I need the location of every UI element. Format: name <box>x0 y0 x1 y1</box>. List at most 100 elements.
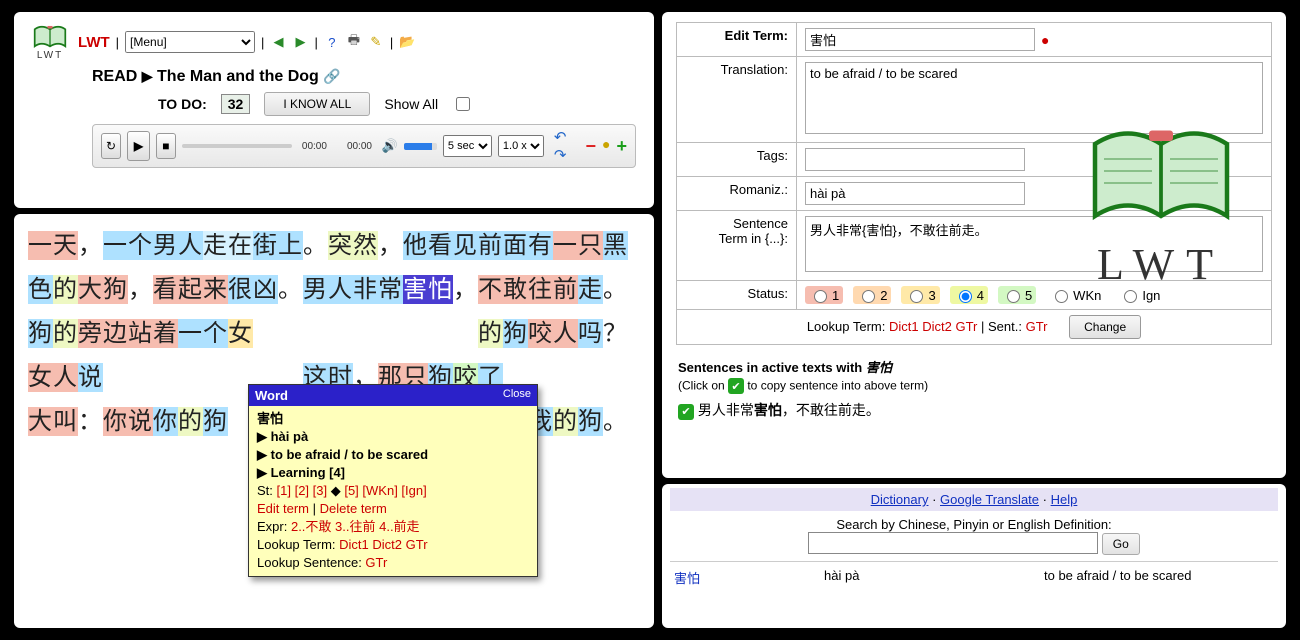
term[interactable]: 一个 <box>103 231 153 260</box>
volume-icon[interactable]: 🔊 <box>382 138 398 154</box>
forward-icon[interactable]: ↷ <box>554 147 567 164</box>
repeat-button[interactable]: ↻ <box>101 133 121 159</box>
dict-result-row[interactable]: 害怕 hài pà to be afraid / to be scared <box>670 561 1278 593</box>
term[interactable]: 狗 <box>28 319 53 348</box>
term[interactable]: 一天 <box>28 231 78 260</box>
term[interactable]: 走在 <box>203 231 253 260</box>
go-button[interactable]: Go <box>1102 533 1140 555</box>
term[interactable]: 女 <box>228 319 253 348</box>
next-icon[interactable]: ▶ <box>292 34 308 50</box>
slower-button[interactable]: − <box>585 136 596 157</box>
edit-term-link[interactable]: Edit term <box>257 501 309 516</box>
term[interactable]: 非常 <box>353 275 403 304</box>
brand[interactable]: LWT <box>78 34 110 51</box>
term[interactable]: 站着 <box>128 319 178 348</box>
popup-close[interactable]: Close <box>503 388 531 403</box>
status-5[interactable]: 5 <box>998 286 1036 304</box>
main-menu-select[interactable]: [Menu] <box>125 31 255 53</box>
label-romaniz: Romaniz.: <box>677 177 797 211</box>
page-title: READ ▶ The Man and the Dog 🔗 <box>92 68 636 86</box>
rewind-icon[interactable]: ↶ <box>554 129 567 146</box>
term[interactable]: 你说 <box>103 407 153 436</box>
term[interactable]: 走 <box>578 275 603 304</box>
term[interactable]: 看起来 <box>153 275 228 304</box>
delete-term-link[interactable]: Delete term <box>320 501 387 516</box>
term[interactable]: 突然 <box>328 231 378 260</box>
help-icon[interactable]: ? <box>324 34 340 50</box>
term[interactable]: 的 <box>478 319 503 348</box>
term[interactable]: 一个 <box>178 319 228 348</box>
term[interactable]: 不敢 <box>478 275 528 304</box>
term[interactable]: 女人 <box>28 363 78 392</box>
help-link[interactable]: Help <box>1051 492 1078 507</box>
speed-select[interactable]: 1.0 x <box>498 135 544 157</box>
expr-links[interactable]: 2..不敢 3..往前 4..前走 <box>291 519 420 534</box>
gtr-link[interactable]: GTr <box>406 537 428 552</box>
volume-bar[interactable] <box>404 143 437 150</box>
romaniz-input[interactable] <box>805 182 1025 205</box>
status-3[interactable]: 3 <box>901 286 939 304</box>
term[interactable]: 很凶 <box>228 275 278 304</box>
status-1[interactable]: 1 <box>805 286 843 304</box>
term[interactable]: 街上 <box>253 231 303 260</box>
term[interactable]: 说 <box>78 363 103 392</box>
play-button[interactable]: ▶ <box>127 131 150 161</box>
required-icon: ● <box>1035 32 1049 48</box>
term[interactable]: 吗 <box>578 319 603 348</box>
print-icon[interactable]: 🖶 <box>346 34 362 50</box>
show-all-checkbox[interactable] <box>456 97 470 111</box>
dict1-link[interactable]: Dict1 <box>889 319 919 334</box>
term[interactable]: 的 <box>553 407 578 436</box>
term[interactable]: 大叫 <box>28 407 78 436</box>
gtr-sent-link[interactable]: GTr <box>365 555 387 570</box>
term[interactable]: 的 <box>53 275 78 304</box>
term-selected[interactable]: 害怕 <box>403 275 453 304</box>
term[interactable]: 看见 <box>428 231 478 260</box>
term[interactable]: 大狗 <box>78 275 128 304</box>
status-links2[interactable]: [5] [WKn] [Ign] <box>344 483 426 498</box>
prev-icon[interactable]: ◀ <box>270 34 286 50</box>
clip-icon[interactable]: 🔗 <box>323 68 340 84</box>
term[interactable]: 狗 <box>203 407 228 436</box>
term[interactable]: 男人 <box>153 231 203 260</box>
term[interactable]: 咬人 <box>528 319 578 348</box>
edit-term-panel: Edit Term: ● Translation: Tags: Romaniz.… <box>662 12 1286 478</box>
gtr-sent-link[interactable]: GTr <box>1026 319 1048 334</box>
dict2-link[interactable]: Dict2 <box>922 319 952 334</box>
google-translate-link[interactable]: Google Translate <box>940 492 1039 507</box>
change-button[interactable]: Change <box>1069 315 1141 339</box>
status-4[interactable]: 4 <box>950 286 988 304</box>
term[interactable]: 往前 <box>528 275 578 304</box>
dict2-link[interactable]: Dict2 <box>372 537 402 552</box>
term[interactable]: 他 <box>403 231 428 260</box>
status-2[interactable]: 2 <box>853 286 891 304</box>
term[interactable]: 一只 <box>553 231 603 260</box>
dict1-link[interactable]: Dict1 <box>339 537 369 552</box>
term[interactable]: 男人 <box>303 275 353 304</box>
seek-bar[interactable] <box>182 144 292 148</box>
rewind-select[interactable]: 5 sec <box>443 135 492 157</box>
edit-icon[interactable]: ✎ <box>368 34 384 50</box>
term[interactable]: 有 <box>528 231 553 260</box>
dict-search-input[interactable] <box>808 532 1098 554</box>
term-input[interactable] <box>805 28 1035 51</box>
know-all-button[interactable]: I KNOW ALL <box>264 92 370 116</box>
term[interactable]: 旁边 <box>78 319 128 348</box>
term[interactable]: 你 <box>153 407 178 436</box>
term[interactable]: 的 <box>53 319 78 348</box>
stop-button[interactable]: ■ <box>156 133 176 159</box>
tags-input[interactable] <box>805 148 1025 171</box>
folder-icon[interactable]: 📂 <box>399 34 415 50</box>
popup-roman: ▶ hài pà <box>257 429 308 444</box>
term[interactable]: 的 <box>178 407 203 436</box>
term[interactable]: 狗 <box>503 319 528 348</box>
dictionary-link[interactable]: Dictionary <box>871 492 929 507</box>
label-tags: Tags: <box>677 143 797 177</box>
status-links[interactable]: [1] [2] [3] <box>277 483 328 498</box>
copy-sentence-button[interactable]: ✔ <box>678 404 694 420</box>
gtr-link[interactable]: GTr <box>955 319 977 334</box>
result-term: 害怕 <box>674 568 824 587</box>
term[interactable]: 前面 <box>478 231 528 260</box>
faster-button[interactable]: + <box>616 136 627 157</box>
term[interactable]: 狗 <box>578 407 603 436</box>
